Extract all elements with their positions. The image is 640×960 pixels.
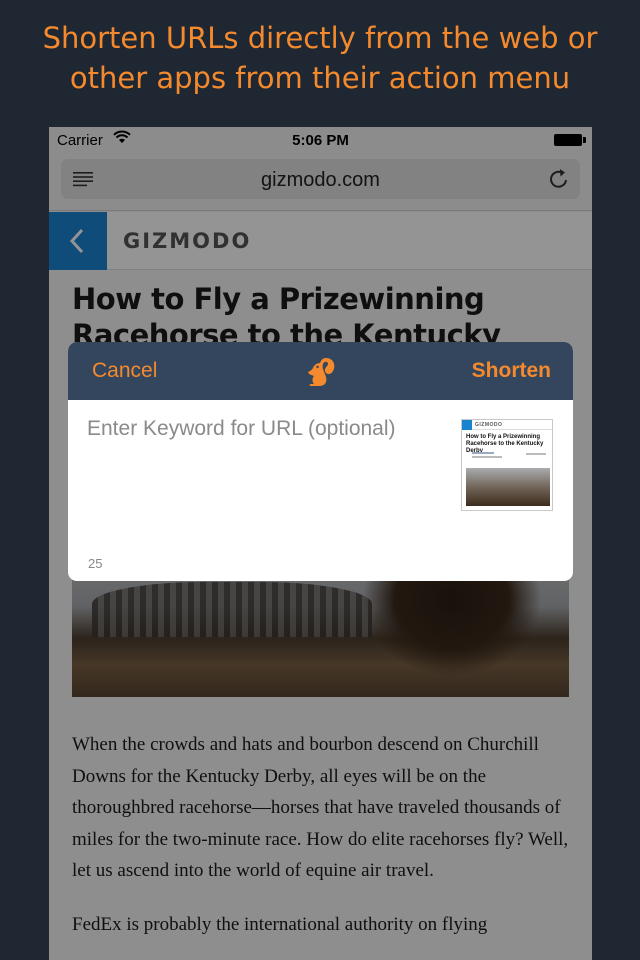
cancel-button[interactable]: Cancel: [92, 359, 157, 383]
promo-headline: Shorten URLs directly from the web or ot…: [0, 18, 640, 98]
promo-headline-line-2: other apps from their action menu: [69, 61, 571, 95]
character-count: 25: [88, 556, 103, 571]
shorten-share-sheet: Cancel Shorten GIZMODO How to Fly a Priz…: [68, 342, 573, 581]
promo-headline-line-1: Shorten URLs directly from the web or: [42, 21, 598, 55]
squirrel-icon: [308, 358, 335, 386]
thumbnail-logo: GIZMODO: [475, 422, 503, 428]
share-sheet-toolbar: Cancel Shorten: [68, 342, 573, 400]
thumbnail-byline: [466, 451, 550, 461]
keyword-input[interactable]: [87, 414, 417, 484]
thumbnail-back-icon: [462, 420, 472, 430]
shorten-button[interactable]: Shorten: [472, 359, 551, 383]
thumbnail-image: [466, 468, 550, 506]
page-thumbnail: GIZMODO How to Fly a Prizewinning Raceho…: [461, 419, 553, 511]
